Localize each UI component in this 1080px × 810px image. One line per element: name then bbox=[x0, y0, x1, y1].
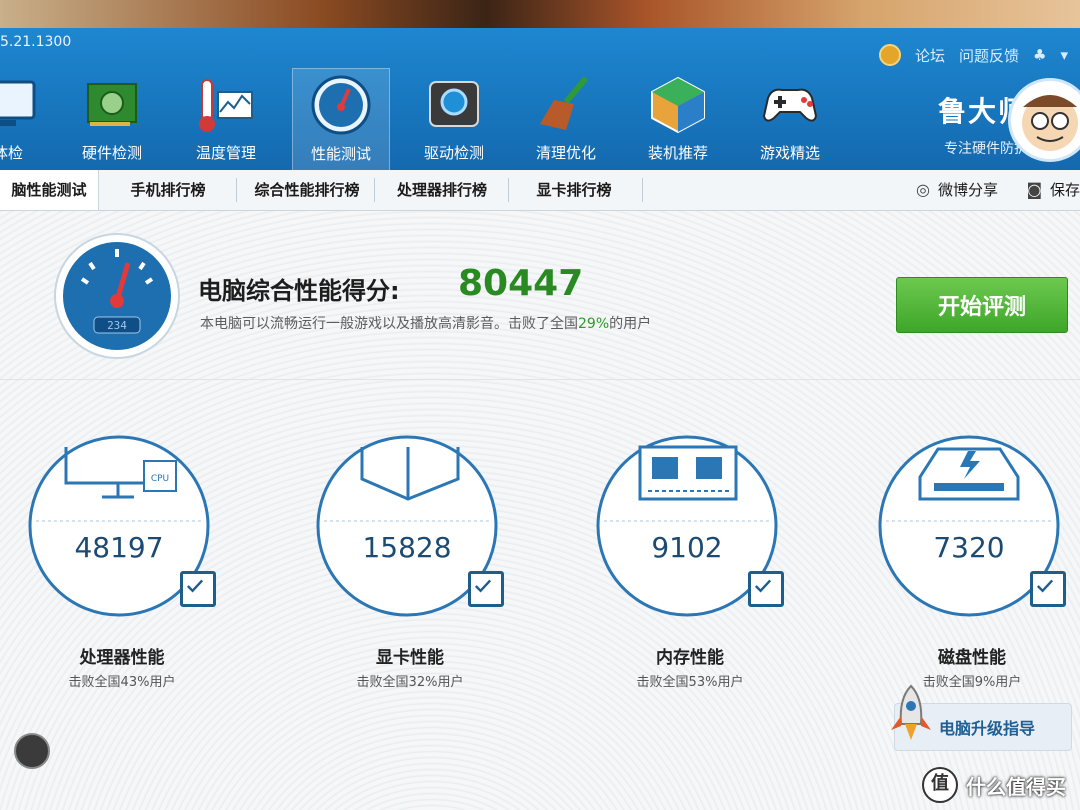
check-icon bbox=[1036, 579, 1054, 593]
circuit-board-icon bbox=[87, 83, 137, 126]
check-icon bbox=[754, 579, 772, 593]
watermark-text: 什么值得买 bbox=[966, 774, 1066, 799]
feedback-link[interactable]: 问题反馈 bbox=[959, 45, 1019, 66]
score-description: 本电脑可以流畅运行一般游戏以及播放高清影音。击败了全国29%的用户 bbox=[200, 313, 651, 333]
mascot-face-icon bbox=[1022, 95, 1078, 151]
weibo-share-button[interactable]: ◎ 微博分享 bbox=[916, 170, 998, 210]
tab-bar: 脑性能测试 手机排行榜 综合性能排行榜 处理器排行榜 显卡排行榜 ◎ 微博分享 … bbox=[0, 170, 1080, 211]
app-header: 5.21.1300 论坛 问题反馈 ♣ ▾ 体检 硬件检测 温度管理 性能测试 … bbox=[0, 28, 1080, 178]
cpu-label: 处理器性能 bbox=[79, 648, 165, 668]
gpu-rank: 击败全国32%用户 bbox=[356, 675, 464, 690]
nav-item-cleanup[interactable]: 清理优化 bbox=[518, 68, 614, 172]
tab-divider bbox=[508, 178, 509, 202]
disk-label: 磁盘性能 bbox=[938, 648, 1006, 668]
speedometer-icon bbox=[311, 75, 371, 135]
gauge-readout: 234 bbox=[107, 319, 127, 332]
camera-icon: ◙ bbox=[1026, 180, 1042, 199]
gamepad-icon bbox=[762, 88, 818, 122]
medal-icon[interactable] bbox=[878, 44, 901, 66]
monitor-icon bbox=[0, 80, 36, 126]
cpu-checkbox[interactable] bbox=[180, 571, 216, 607]
gear-chip-icon bbox=[429, 81, 479, 127]
weibo-share-label: 微博分享 bbox=[937, 181, 998, 199]
tab-divider bbox=[374, 178, 375, 202]
skin-icon[interactable]: ♣ bbox=[1033, 46, 1046, 64]
tab-phone-ranking[interactable]: 手机排行榜 bbox=[108, 170, 228, 210]
gpu-label: 显卡性能 bbox=[376, 648, 444, 668]
score-desc-percent: 29% bbox=[578, 316, 610, 332]
nav-item-driver[interactable]: 驱动检测 bbox=[406, 68, 502, 172]
start-benchmark-button[interactable]: 开始评测 bbox=[896, 277, 1068, 333]
memory-score: 9102 bbox=[651, 531, 723, 564]
nav-item-checkup[interactable]: 体检 bbox=[0, 68, 56, 172]
tab-divider bbox=[236, 178, 237, 202]
watermark-badge: 值 bbox=[922, 767, 958, 803]
metric-memory[interactable]: 9102 内存性能 击败全国53%用户 bbox=[590, 433, 790, 693]
disk-score: 7320 bbox=[933, 531, 1005, 564]
metric-gpu[interactable]: 15828 显卡性能 击败全国32%用户 bbox=[310, 433, 510, 693]
weibo-icon: ◎ bbox=[916, 180, 930, 199]
gpu-checkbox[interactable] bbox=[468, 571, 504, 607]
metric-disk[interactable]: 7320 磁盘性能 击败全国9%用户 bbox=[872, 433, 1072, 693]
cpu-score: 48197 bbox=[74, 531, 164, 564]
forum-link[interactable]: 论坛 bbox=[915, 45, 945, 66]
score-desc-prefix: 本电脑可以流畅运行一般游戏以及播放高清影音。击败了全国 bbox=[200, 316, 578, 332]
tab-divider bbox=[642, 178, 643, 202]
watermark: 值 什么值得买 bbox=[922, 767, 1066, 803]
score-title: 电脑综合性能得分: bbox=[198, 277, 400, 305]
nav-item-performance[interactable]: 性能测试 bbox=[292, 68, 390, 173]
nav-item-hardware[interactable]: 硬件检测 bbox=[64, 68, 160, 172]
nav-item-games[interactable]: 游戏精选 bbox=[742, 68, 838, 172]
check-icon bbox=[474, 579, 492, 593]
tab-overall-ranking[interactable]: 综合性能排行榜 bbox=[242, 170, 372, 210]
score-summary: 234 电脑综合性能得分: 80447 本电脑可以流畅运行一般游戏以及播放高清影… bbox=[0, 211, 1080, 380]
top-links: 论坛 问题反馈 ♣ ▾ bbox=[878, 44, 1068, 66]
save-label: 保存 bbox=[1049, 181, 1080, 199]
tab-gpu-ranking[interactable]: 显卡排行榜 bbox=[514, 170, 634, 210]
svg-text:CPU: CPU bbox=[151, 474, 169, 484]
upgrade-guide-button[interactable]: 电脑升级指导 bbox=[891, 684, 1072, 751]
tab-pc-performance[interactable]: 脑性能测试 bbox=[0, 170, 99, 210]
speedometer-icon: 234 bbox=[54, 233, 180, 359]
score-desc-suffix: 的用户 bbox=[609, 316, 652, 332]
memory-label: 内存性能 bbox=[656, 648, 724, 668]
mascot-small-icon[interactable] bbox=[14, 733, 50, 769]
tab-cpu-ranking[interactable]: 处理器排行榜 bbox=[380, 170, 504, 210]
version-label: 5.21.1300 bbox=[0, 34, 72, 50]
upgrade-guide-label: 电脑升级指导 bbox=[939, 719, 1036, 738]
thermometer-icon bbox=[199, 79, 253, 132]
save-button[interactable]: ◙ 保存 bbox=[1026, 170, 1080, 210]
disk-checkbox[interactable] bbox=[1030, 571, 1066, 607]
memory-checkbox[interactable] bbox=[748, 571, 784, 607]
metric-cpu[interactable]: CPU 48197 处理器性能 击败全国43%用户 bbox=[22, 433, 222, 693]
nav-item-temperature[interactable]: 温度管理 bbox=[178, 68, 274, 172]
cube-icon bbox=[651, 76, 705, 134]
check-icon bbox=[186, 579, 204, 593]
memory-rank: 击败全国53%用户 bbox=[636, 675, 744, 690]
broom-icon bbox=[540, 76, 589, 130]
main-nav: 体检 硬件检测 温度管理 性能测试 驱动检测 清理优化 装机推荐 游戏精选 bbox=[0, 68, 880, 174]
performance-panel: 234 电脑综合性能得分: 80447 本电脑可以流畅运行一般游戏以及播放高清影… bbox=[0, 211, 1080, 810]
overall-score: 80447 bbox=[458, 263, 584, 304]
nav-item-build[interactable]: 装机推荐 bbox=[630, 68, 726, 172]
menu-icon[interactable]: ▾ bbox=[1060, 46, 1068, 64]
cpu-rank: 击败全国43%用户 bbox=[68, 675, 176, 690]
gpu-score: 15828 bbox=[362, 531, 452, 564]
rocket-icon bbox=[891, 684, 931, 740]
